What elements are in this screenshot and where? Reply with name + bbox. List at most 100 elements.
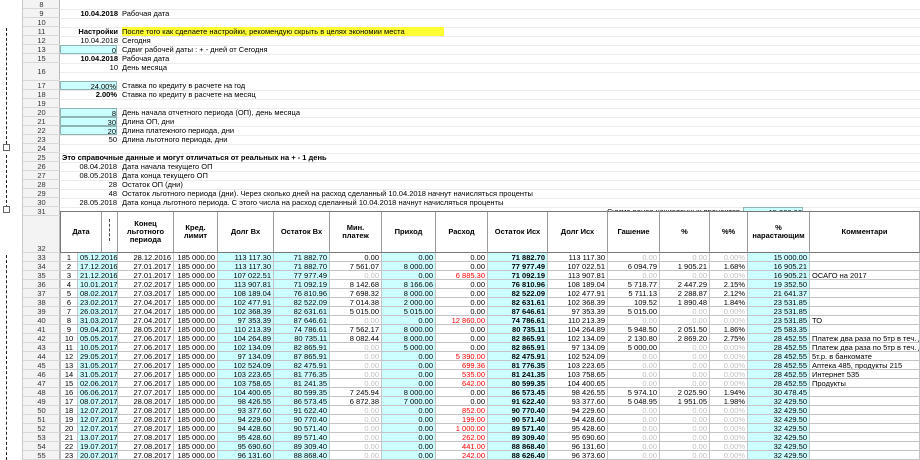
table-cell[interactable]: 102 134.09 <box>218 343 274 352</box>
table-cell[interactable]: 97 353.39 <box>548 307 608 316</box>
column-header[interactable]: Гашение <box>608 211 660 253</box>
table-cell[interactable]: 82 631.61 <box>274 307 330 316</box>
table-cell[interactable]: 74 786.61 <box>274 325 330 334</box>
table-cell[interactable] <box>810 298 920 307</box>
table-cell[interactable]: 95 428.60 <box>548 424 608 433</box>
table-cell[interactable]: 185 000.00 <box>174 253 218 262</box>
table-cell[interactable]: 8 000.00 <box>382 325 436 334</box>
table-cell[interactable]: 16 905.21 <box>748 271 810 280</box>
column-header[interactable]: Остаток Исх <box>488 211 548 253</box>
table-cell[interactable]: 5 948.50 <box>608 325 660 334</box>
table-cell[interactable]: 108 189.04 <box>218 289 274 298</box>
table-cell[interactable]: 0.00 <box>382 253 436 262</box>
row-header[interactable]: 55 <box>23 451 60 460</box>
table-cell[interactable]: 31.05.2017 <box>78 361 118 370</box>
table-cell[interactable]: 6 885.30 <box>436 271 488 280</box>
table-cell[interactable]: 1.98% <box>710 397 748 406</box>
table-cell[interactable]: 1.94% <box>710 388 748 397</box>
table-cell[interactable]: 23 531.85 <box>748 307 810 316</box>
table-cell[interactable]: 16 <box>60 388 78 397</box>
table-cell[interactable]: 0.00 <box>608 316 660 325</box>
table-cell[interactable]: 87 646.61 <box>488 307 548 316</box>
table-cell[interactable]: 535.00 <box>436 370 488 379</box>
table-cell[interactable]: 96 131.60 <box>218 451 274 460</box>
table-cell[interactable]: 08.02.2017 <box>78 289 118 298</box>
table-cell[interactable]: 28 452.55 <box>748 343 810 352</box>
table-cell[interactable]: 7 014.38 <box>330 298 382 307</box>
table-cell[interactable]: 0.00 <box>660 361 710 370</box>
table-cell[interactable]: 13.07.2017 <box>78 433 118 442</box>
row-header[interactable]: 54 <box>23 442 60 451</box>
table-cell[interactable]: 0.00 <box>436 289 488 298</box>
table-cell[interactable]: 4 <box>60 280 78 289</box>
table-cell[interactable]: 0.00% <box>710 424 748 433</box>
outline-collapse-box[interactable] <box>3 206 10 213</box>
table-cell[interactable]: 185 000.00 <box>174 406 218 415</box>
row-header[interactable]: 52 <box>23 424 60 433</box>
table-cell[interactable]: 27.08.2017 <box>118 424 174 433</box>
table-cell[interactable]: 94 428.60 <box>548 415 608 424</box>
table-cell[interactable]: 0.00 <box>608 424 660 433</box>
row-header[interactable]: 13 <box>23 45 60 54</box>
table-cell[interactable] <box>810 451 920 460</box>
table-cell[interactable]: 71 092.19 <box>488 271 548 280</box>
table-cell[interactable]: 185 000.00 <box>174 451 218 460</box>
table-cell[interactable]: 82 475.91 <box>274 361 330 370</box>
table-cell[interactable]: 77 977.49 <box>274 271 330 280</box>
table-cell[interactable]: 109.52 <box>608 298 660 307</box>
table-cell[interactable]: Платеж два раза по 5тр в теч. д <box>810 334 920 343</box>
row-header[interactable]: 53 <box>23 433 60 442</box>
table-cell[interactable]: 185 000.00 <box>174 298 218 307</box>
table-cell[interactable]: 113 907.81 <box>548 271 608 280</box>
table-cell[interactable]: 7 <box>60 307 78 316</box>
table-cell[interactable]: 185 000.00 <box>174 397 218 406</box>
column-header[interactable]: Долг Вх <box>218 211 274 253</box>
table-cell[interactable]: 5т.р. в банкомате <box>810 352 920 361</box>
table-cell[interactable]: 1.86% <box>710 325 748 334</box>
table-cell[interactable]: 27.06.2017 <box>118 343 174 352</box>
table-cell[interactable]: 103 223.65 <box>548 361 608 370</box>
table-cell[interactable]: 1 000.00 <box>436 424 488 433</box>
table-cell[interactable]: 6 <box>60 298 78 307</box>
table-cell[interactable]: 0.00 <box>382 415 436 424</box>
table-cell[interactable]: 5 015.00 <box>330 307 382 316</box>
table-cell[interactable] <box>810 388 920 397</box>
column-header[interactable]: Расход <box>436 211 488 253</box>
table-cell[interactable]: 82 475.91 <box>488 352 548 361</box>
table-cell[interactable] <box>810 415 920 424</box>
table-cell[interactable]: 0.00 <box>608 406 660 415</box>
table-cell[interactable]: 0.00 <box>330 316 382 325</box>
table-cell[interactable]: 104 400.65 <box>218 388 274 397</box>
table-cell[interactable]: 2 869.20 <box>660 334 710 343</box>
column-header[interactable]: %% <box>710 211 748 253</box>
row-header[interactable]: 48 <box>23 388 60 397</box>
table-cell[interactable]: 5 390.00 <box>436 352 488 361</box>
table-cell[interactable]: 0.00% <box>710 307 748 316</box>
sheet-grid[interactable]: 10.04.2018 Рабочая дата Настройки После тог… <box>60 0 920 460</box>
row-header[interactable]: 10 <box>23 18 60 27</box>
table-cell[interactable]: 95 690.60 <box>548 433 608 442</box>
table-cell[interactable]: 102 524.09 <box>218 361 274 370</box>
column-header[interactable]: Кред. лимит <box>174 211 218 253</box>
table-cell[interactable] <box>810 262 920 271</box>
table-cell[interactable]: 0.00% <box>710 442 748 451</box>
table-cell[interactable]: 27.08.2017 <box>118 451 174 460</box>
column-header[interactable]: Остаток Вх <box>274 211 330 253</box>
table-cell[interactable]: 0.00% <box>710 253 748 262</box>
table-cell[interactable]: 80 735.11 <box>274 334 330 343</box>
table-cell[interactable]: 185 000.00 <box>174 325 218 334</box>
table-cell[interactable]: 27.06.2017 <box>118 334 174 343</box>
shift-input[interactable]: 0 <box>60 45 117 54</box>
table-cell[interactable]: 90 770.40 <box>488 406 548 415</box>
table-cell[interactable]: 103 223.65 <box>218 370 274 379</box>
table-cell[interactable]: 8 000.00 <box>382 289 436 298</box>
row-header[interactable]: 17 <box>23 81 60 90</box>
table-cell[interactable]: 28 452.55 <box>748 379 810 388</box>
table-cell[interactable]: 8 <box>60 316 78 325</box>
table-cell[interactable]: 102 477.91 <box>218 298 274 307</box>
table-cell[interactable]: 09.04.2017 <box>78 325 118 334</box>
table-cell[interactable]: 185 000.00 <box>174 334 218 343</box>
op-length-input[interactable]: 30 <box>60 117 117 126</box>
table-cell[interactable]: 10.05.2017 <box>78 343 118 352</box>
column-header[interactable]: % <box>660 211 710 253</box>
